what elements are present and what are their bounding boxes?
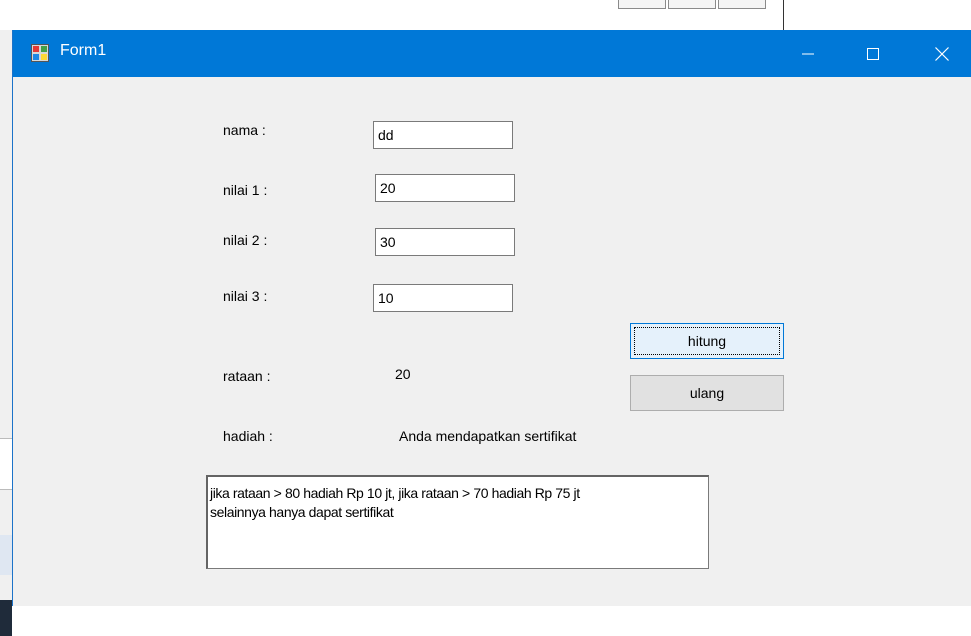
form-window: Form1 nama : nilai 1 : nilai 2 : nilai 3… [12, 30, 971, 606]
close-button[interactable] [919, 30, 965, 77]
background-window-left [0, 30, 12, 636]
background-strip [0, 535, 12, 575]
nilai2-input[interactable]: 30 [375, 228, 515, 256]
info-line-2: selainnya hanya dapat sertifikat [210, 504, 394, 520]
background-window-top [0, 0, 971, 30]
minimize-icon [802, 53, 814, 54]
info-line-1: jika rataan > 80 hadiah Rp 10 jt, jika r… [210, 485, 580, 501]
app-icon [31, 44, 49, 62]
nilai1-label: nilai 1 : [223, 182, 268, 198]
nilai2-label: nilai 2 : [223, 232, 268, 248]
background-strip [0, 600, 12, 636]
close-icon [935, 46, 949, 61]
info-textbox[interactable]: jika rataan > 80 hadiah Rp 10 jt, jika r… [206, 475, 709, 569]
nama-input[interactable]: dd [373, 121, 513, 149]
nilai1-input[interactable]: 20 [375, 174, 515, 202]
hadiah-label: hadiah : [223, 428, 273, 444]
nilai3-label: nilai 3 : [223, 288, 268, 304]
background-control [668, 0, 716, 9]
ulang-button-label: ulang [689, 385, 725, 401]
minimize-button[interactable] [785, 30, 831, 77]
nama-label: nama : [223, 122, 266, 138]
maximize-button[interactable] [850, 30, 896, 77]
hadiah-value: Anda mendapatkan sertifikat [399, 428, 577, 444]
background-control [718, 0, 766, 9]
window-title: Form1 [60, 42, 107, 59]
background-control [618, 0, 666, 9]
ulang-button[interactable]: ulang [630, 375, 784, 411]
background-strip [0, 438, 12, 490]
maximize-icon [867, 47, 879, 60]
rataan-label: rataan : [223, 368, 271, 384]
rataan-value: 20 [395, 366, 411, 382]
hitung-button[interactable]: hitung [630, 323, 784, 359]
nilai3-input[interactable]: 10 [373, 284, 513, 312]
focus-rectangle [634, 327, 780, 355]
background-divider [783, 0, 784, 30]
title-bar[interactable]: Form1 [13, 30, 971, 77]
